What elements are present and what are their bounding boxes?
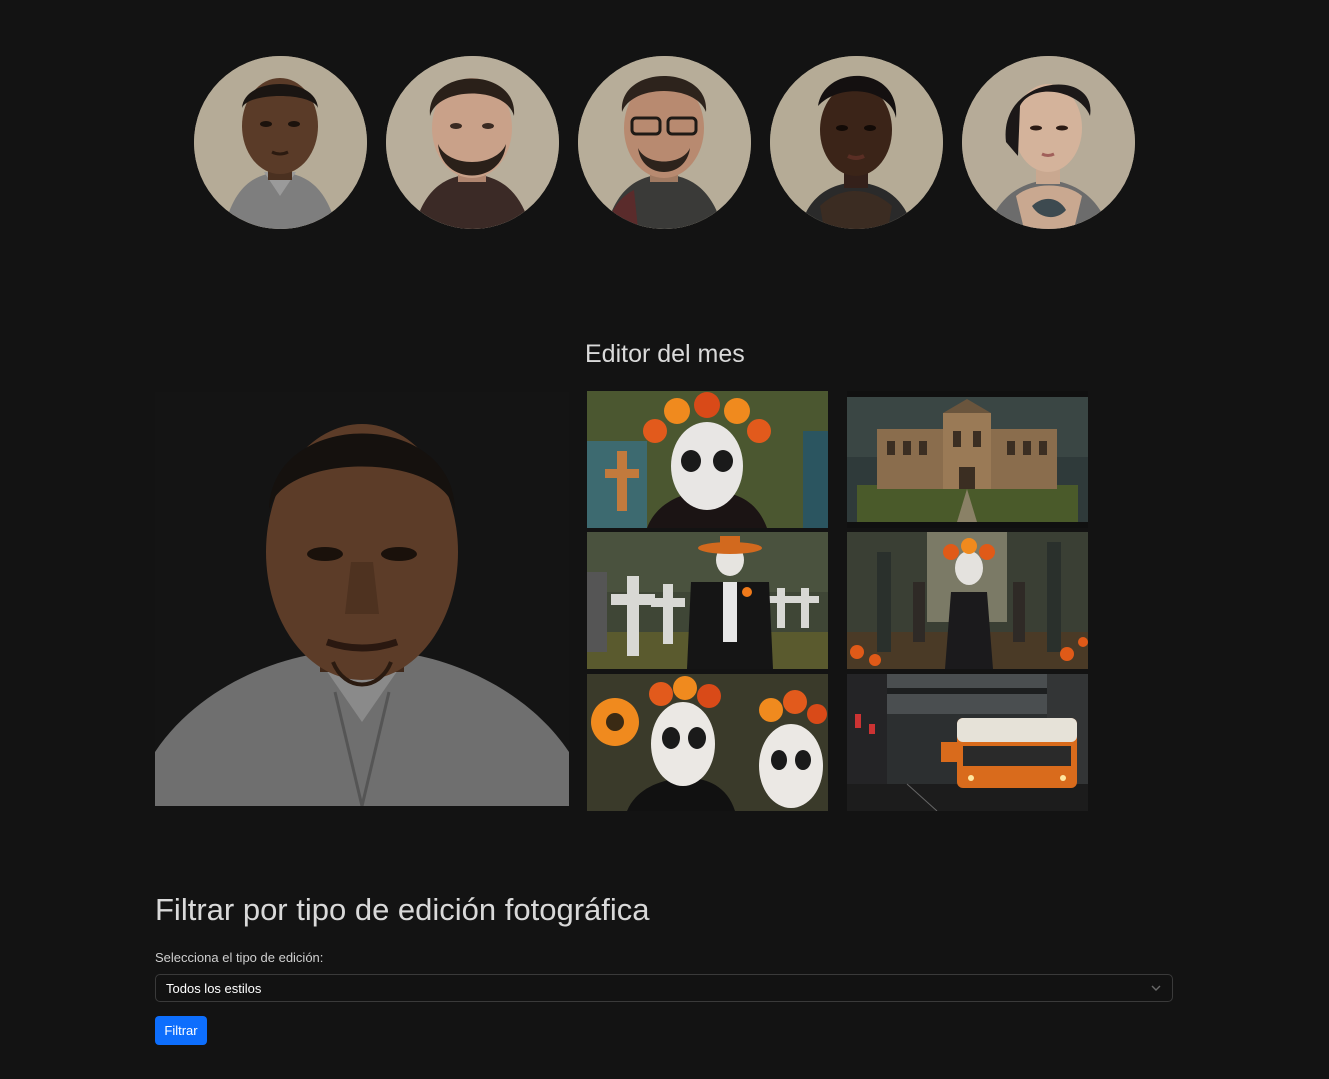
- page: Editor del mes Filtrar por tipo de edici…: [0, 0, 1329, 1079]
- edit-type-select-value: Todos los estilos: [166, 981, 262, 996]
- editor-of-month-title: Editor del mes: [585, 340, 745, 368]
- avatar-portrait-woman-2[interactable]: [962, 56, 1135, 229]
- editor-gallery: [587, 391, 1089, 811]
- avatar-portrait-man-2[interactable]: [386, 56, 559, 229]
- gallery-photo-mansion[interactable]: [847, 391, 1088, 528]
- filter-button[interactable]: Filtrar: [155, 1016, 207, 1045]
- edit-type-select[interactable]: Todos los estilos: [155, 974, 1173, 1002]
- featured-editor-portrait: [155, 392, 569, 806]
- gallery-photo-city-tram[interactable]: [847, 674, 1088, 811]
- filter-section-title: Filtrar por tipo de edición fotográfica: [155, 892, 650, 927]
- avatar-portrait-woman-1[interactable]: [770, 56, 943, 229]
- gallery-photo-sugar-skull-couple[interactable]: [587, 674, 828, 811]
- avatar-portrait-man-1[interactable]: [194, 56, 367, 229]
- chevron-down-icon: [1151, 985, 1161, 991]
- gallery-photo-catrina-park[interactable]: [847, 532, 1088, 669]
- gallery-photo-catrin-cemetery[interactable]: [587, 532, 828, 669]
- edit-type-label: Selecciona el tipo de edición:: [155, 950, 324, 965]
- gallery-photo-catrina-flower-crown[interactable]: [587, 391, 828, 528]
- avatar-portrait-man-3[interactable]: [578, 56, 751, 229]
- avatar-row: [0, 0, 1329, 240]
